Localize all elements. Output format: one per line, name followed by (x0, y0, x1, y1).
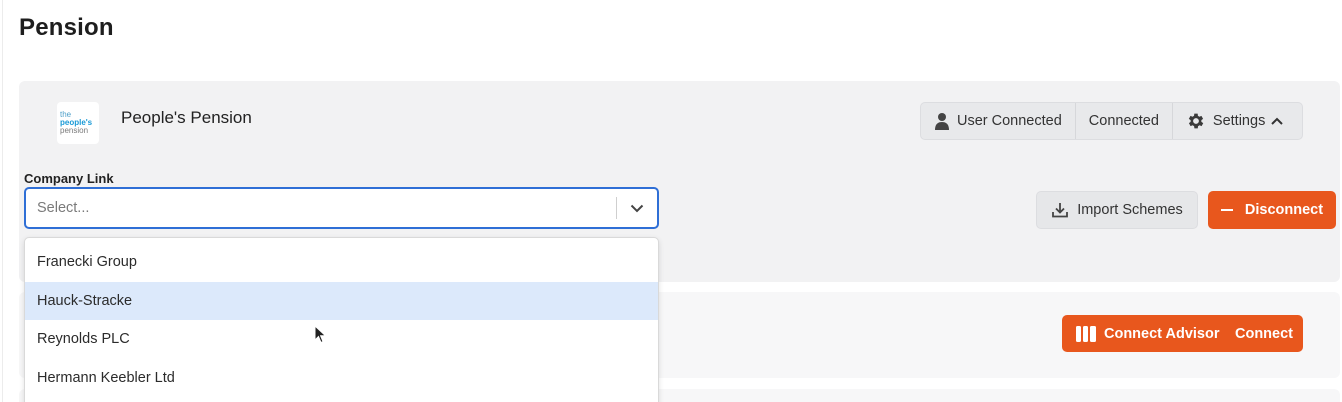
dropdown-option[interactable]: Hermann Keebler Ltd (25, 359, 658, 398)
company-link-select[interactable]: Select... (24, 187, 659, 229)
page-edge (2, 0, 3, 402)
user-connected-label: User Connected (957, 113, 1062, 129)
connected-status: Connected (1076, 103, 1173, 139)
chevron-up-icon (1271, 117, 1284, 125)
user-connected-status: User Connected (921, 103, 1076, 139)
minus-icon (1220, 209, 1233, 211)
status-group: User Connected Connected Settings (920, 102, 1303, 140)
disconnect-label: Disconnect (1244, 202, 1324, 218)
dropdown-option[interactable]: Franecki Group (25, 243, 658, 282)
settings-label: Settings (1212, 113, 1266, 129)
connect-advisor-label: Connect Advisor (1104, 325, 1220, 342)
disconnect-button[interactable]: Disconnect (1208, 191, 1336, 229)
dropdown-option[interactable]: Reynolds PLC (25, 320, 658, 359)
import-schemes-label: Import Schemes (1077, 202, 1183, 218)
advisor-logo-icon (1076, 325, 1098, 342)
settings-button[interactable]: Settings (1173, 103, 1296, 139)
connect-label: Connect (1235, 325, 1293, 342)
mouse-cursor-icon (314, 324, 328, 350)
connect-advisor-segment: Connect Advisor (1062, 325, 1222, 342)
import-schemes-button[interactable]: Import Schemes (1036, 191, 1198, 229)
connect-segment: Connect (1222, 326, 1293, 342)
connect-advisor-button[interactable]: Connect Advisor Connect (1062, 315, 1303, 352)
logo-line-3: pension (60, 126, 89, 135)
peoples-pension-logo: the people's pension (57, 102, 99, 144)
company-link-placeholder: Select... (37, 200, 90, 216)
dropdown-option-highlighted[interactable]: Hauck-Stracke (25, 281, 658, 320)
company-link-label: Company Link (24, 171, 114, 186)
user-icon (934, 112, 950, 130)
chevron-down-icon[interactable] (617, 204, 657, 213)
page-title: Pension (19, 14, 114, 41)
download-icon (1051, 201, 1069, 219)
provider-name: People's Pension (121, 108, 252, 127)
connected-label: Connected (1088, 113, 1159, 129)
company-link-dropdown: Franecki Group Hauck-Stracke Reynolds PL… (24, 237, 659, 402)
gear-icon (1186, 111, 1206, 131)
